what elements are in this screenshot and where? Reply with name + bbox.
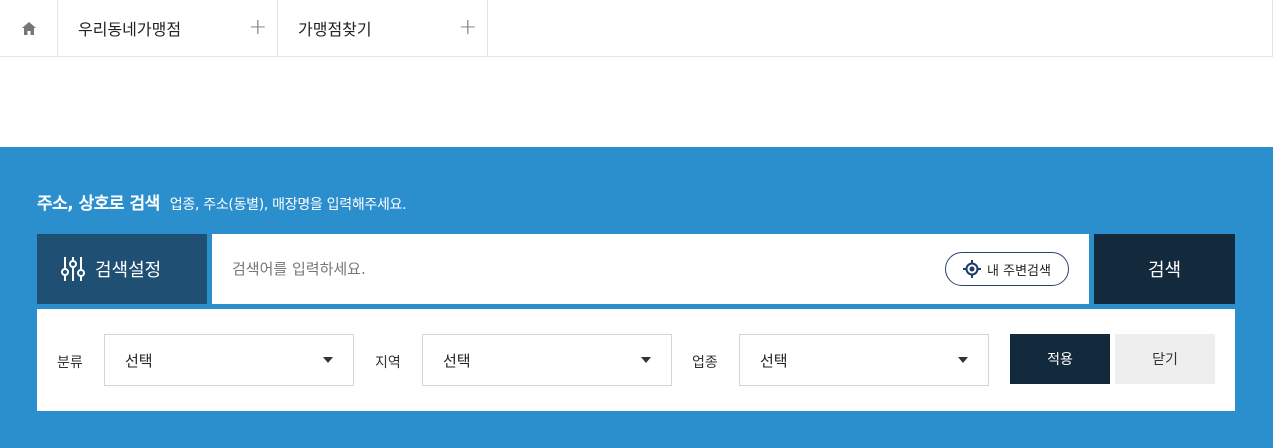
nearby-search-label: 내 주변검색 (987, 263, 1051, 279)
plus-icon[interactable]: + (249, 17, 267, 39)
business-type-label: 업종 (692, 355, 718, 371)
plus-icon[interactable]: + (459, 17, 477, 39)
home-tab[interactable] (0, 0, 58, 56)
tab-label: 우리동네가맹점 (78, 20, 182, 39)
region-label: 지역 (375, 355, 401, 371)
dropdown-caret-icon (958, 357, 968, 363)
tab-label: 가맹점찾기 (298, 20, 372, 39)
search-subtitle: 업종, 주소(동별), 매장명을 입력해주세요. (169, 197, 407, 213)
region-selected: 선택 (443, 351, 471, 370)
dropdown-caret-icon (641, 357, 651, 363)
business-type-select[interactable]: 선택 (739, 334, 989, 386)
close-button[interactable]: 닫기 (1115, 334, 1215, 384)
tab-local-stores[interactable]: 우리동네가맹점 + (58, 0, 278, 56)
search-button[interactable]: 검색 (1094, 234, 1235, 304)
region-select[interactable]: 선택 (422, 334, 672, 386)
home-icon (21, 21, 36, 35)
search-heading: 주소, 상호로 검색 업종, 주소(동별), 매장명을 입력해주세요. (37, 189, 407, 214)
search-panel: 주소, 상호로 검색 업종, 주소(동별), 매장명을 입력해주세요. 검색설정 (0, 147, 1273, 448)
search-box: 내 주변검색 (212, 234, 1089, 304)
sliders-icon (61, 257, 85, 281)
category-label: 분류 (57, 355, 83, 371)
search-title: 주소, 상호로 검색 (37, 194, 160, 214)
search-settings-button[interactable]: 검색설정 (37, 234, 207, 304)
business-type-selected: 선택 (760, 351, 788, 370)
search-settings-label: 검색설정 (95, 260, 162, 281)
category-select[interactable]: 선택 (104, 334, 354, 386)
dropdown-caret-icon (323, 357, 333, 363)
tab-bar: 우리동네가맹점 + 가맹점찾기 + (0, 0, 1273, 57)
category-selected: 선택 (125, 351, 153, 370)
location-target-icon (963, 260, 982, 278)
tab-find-stores[interactable]: 가맹점찾기 + (278, 0, 488, 56)
apply-button[interactable]: 적용 (1010, 334, 1110, 384)
tab-bar-spacer (488, 0, 1273, 56)
nearby-search-button[interactable]: 내 주변검색 (945, 252, 1069, 286)
filter-panel: 분류 선택 지역 선택 업종 선택 적용 닫기 (37, 309, 1235, 411)
